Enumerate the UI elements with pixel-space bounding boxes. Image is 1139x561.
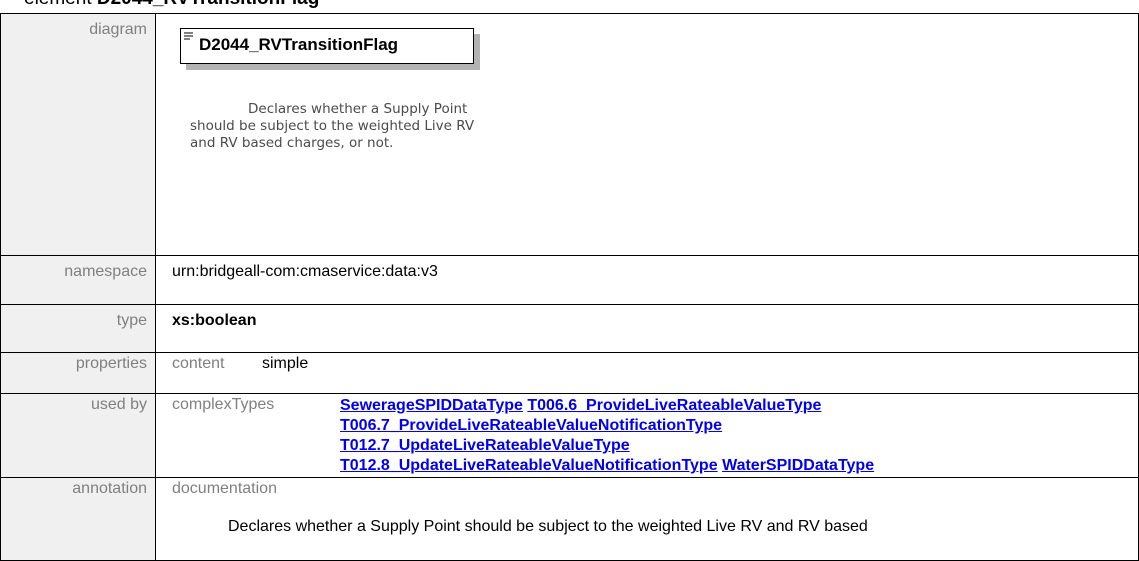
diagram-element-description: Declares whether a Supply Point should b… <box>190 101 475 151</box>
element-diagram: D2044_RVTransitionFlag Declares whether … <box>172 22 474 262</box>
annotation-cell: documentation Declares whether a Supply … <box>155 477 1139 561</box>
annotation-documentation-label: documentation <box>172 480 277 497</box>
used-by-cell: complexTypes SewerageSPIDDataType T006.6… <box>155 393 1139 478</box>
used-by-complex-types-label: complexTypes <box>172 396 275 413</box>
used-by-label: used by <box>0 393 156 478</box>
link-t012-7-update-live-rateable-value-type[interactable]: T012.7_UpdateLiveRateableValueType <box>340 437 630 454</box>
annotation-label: annotation <box>0 477 156 561</box>
properties-cell: content simple <box>155 352 1139 394</box>
link-t012-8-update-live-rateable-value-notification-type[interactable]: T012.8_UpdateLiveRateableValueNotificati… <box>340 457 718 474</box>
element-content-icon <box>184 32 193 40</box>
link-t006-6-provide-live-rateable-value-type[interactable]: T006.6_ProvideLiveRateableValueType <box>527 397 821 414</box>
annotation-documentation-text: Declares whether a Supply Point should b… <box>228 518 868 535</box>
link-sewerage-spid-data-type[interactable]: SewerageSPIDDataType <box>340 397 523 414</box>
diagram-element-name: D2044_RVTransitionFlag <box>199 35 399 54</box>
link-water-spid-data-type[interactable]: WaterSPIDDataType <box>722 457 874 474</box>
element-box[interactable]: D2044_RVTransitionFlag <box>180 28 474 64</box>
heading-element-name: D2044_RVTransitionFlag <box>97 0 319 9</box>
properties-row: properties content simple <box>0 352 1139 394</box>
diagram-label: diagram <box>0 13 156 256</box>
properties-label: properties <box>0 352 156 394</box>
element-properties-table: diagram namespace urn:bridgeall-com:cmas… <box>0 13 1139 561</box>
type-label: type <box>0 304 156 353</box>
type-row: type xs:boolean <box>0 304 1139 353</box>
element-heading: element D2044_RVTransitionFlag <box>24 0 319 10</box>
properties-content-value: simple <box>262 355 309 372</box>
annotation-row: annotation documentation Declares whethe… <box>0 477 1139 561</box>
namespace-label: namespace <box>0 255 156 305</box>
used-by-links: SewerageSPIDDataType T006.6_ProvideLiveR… <box>340 396 1100 476</box>
heading-prefix: element <box>24 0 97 9</box>
properties-content-label: content <box>172 355 225 372</box>
namespace-value: urn:bridgeall-com:cmaservice:data:v3 <box>155 255 1139 305</box>
type-value: xs:boolean <box>155 304 1139 353</box>
namespace-row: namespace urn:bridgeall-com:cmaservice:d… <box>0 255 1139 305</box>
used-by-row: used by complexTypes SewerageSPIDDataTyp… <box>0 393 1139 478</box>
link-t006-7-provide-live-rateable-value-notification-type[interactable]: T006.7_ProvideLiveRateableValueNotificat… <box>340 417 722 434</box>
